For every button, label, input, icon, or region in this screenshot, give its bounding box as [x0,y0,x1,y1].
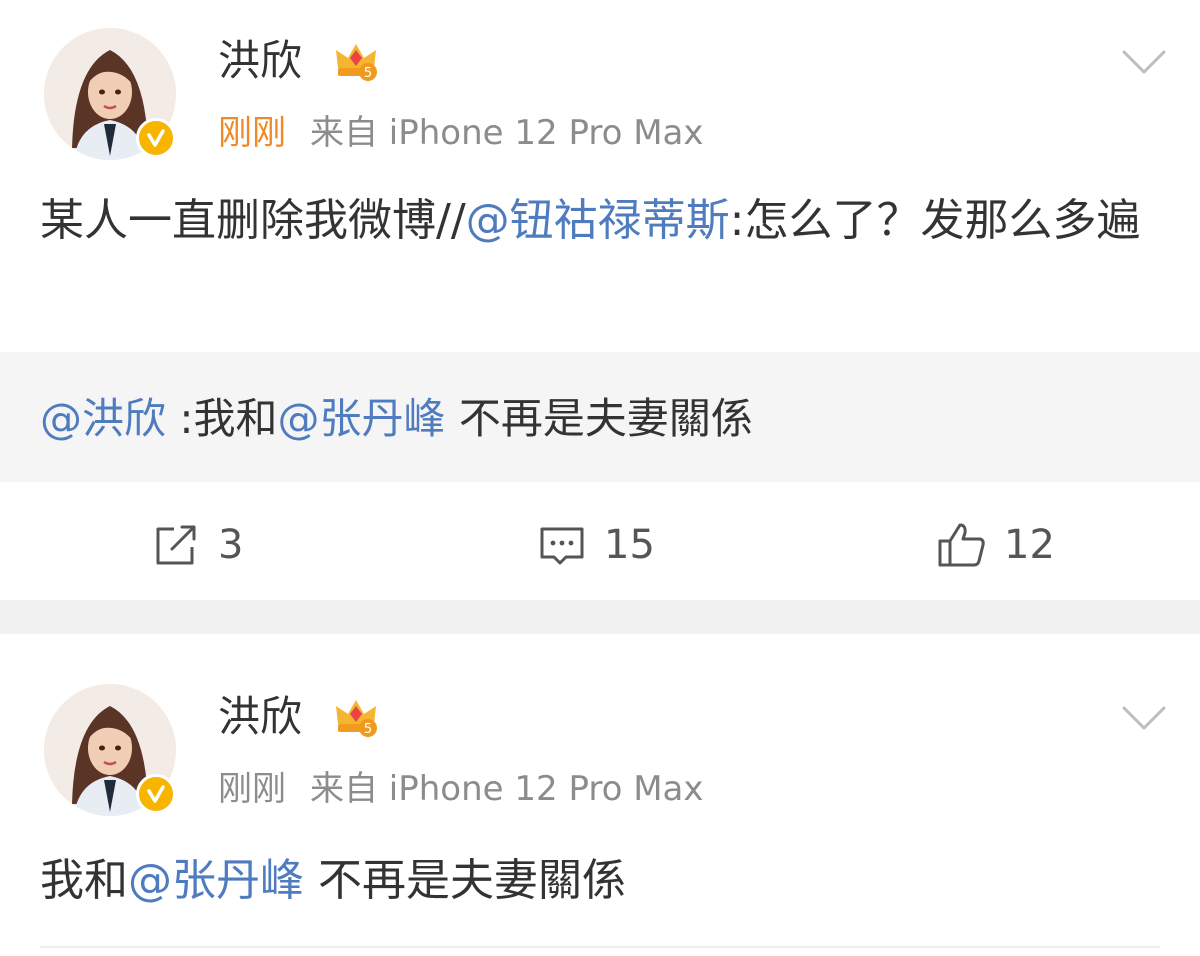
post-time: 刚刚 [218,113,286,153]
thumbs-up-icon [938,523,985,567]
post-meta: 刚刚 来自 iPhone 12 Pro Max [218,772,704,806]
content-text: 某人一直删除我微博// [40,195,466,246]
svg-text:5: 5 [364,722,372,737]
feed-divider [0,600,1200,634]
comment-button[interactable]: 15 [536,520,655,570]
mention-link[interactable]: @钮祜禄蒂斯 [466,195,730,246]
quoted-post[interactable]: @洪欣 :我和@张丹峰 不再是夫妻關係 [0,352,1200,482]
quoted-text: @洪欣 :我和@张丹峰 不再是夫妻關係 [40,388,753,450]
author-name[interactable]: 洪欣 [218,40,302,82]
quoted-segment: :我和 [166,394,278,443]
post-source: 来自 iPhone 12 Pro Max [310,769,704,809]
like-count: 12 [1004,522,1055,568]
vip-crown-icon: 5 [332,694,380,742]
quoted-segment: 不再是夫妻關係 [445,394,753,443]
more-options-button[interactable] [1118,700,1170,736]
post-meta: 刚刚 来自 iPhone 12 Pro Max [218,116,704,150]
weibo-post: 洪欣 5 刚刚 来自 iPhone 12 Pro Max 我和@张丹峰 不再是夫妻… [0,634,1200,956]
like-button[interactable]: 12 [936,520,1055,570]
action-bar: 3 15 12 [0,500,1200,588]
verified-badge-icon [136,118,176,158]
mention-link[interactable]: @洪欣 [40,394,166,443]
post-content: 我和@张丹峰 不再是夫妻關係 [40,850,1150,912]
share-icon [156,525,196,565]
content-text: 我和 [40,855,128,906]
verified-badge-icon [136,774,176,814]
vip-crown-icon: 5 [332,38,380,86]
post-time: 刚刚 [218,769,286,809]
post-source: 来自 iPhone 12 Pro Max [310,113,704,153]
svg-text:5: 5 [364,66,372,81]
repost-button[interactable]: 3 [150,520,243,570]
chevron-down-icon [1122,50,1166,74]
repost-count: 3 [218,522,244,568]
comment-count: 15 [604,522,655,568]
more-options-button[interactable] [1118,44,1170,80]
comment-icon [540,527,584,565]
content-text: 不再是夫妻關係 [304,855,626,906]
divider [40,946,1160,948]
chevron-down-icon [1122,706,1166,730]
content-text: :怎么了？发那么多遍 [729,195,1141,246]
author-name[interactable]: 洪欣 [218,696,302,738]
post-content: 某人一直删除我微博//@钮祜禄蒂斯:怎么了？发那么多遍 [40,190,1150,252]
weibo-post: 洪欣 5 刚刚 来自 iPhone 12 Pro Max 某人一直删除我微博//@… [0,0,1200,600]
mention-link[interactable]: @张丹峰 [128,855,304,906]
mention-link[interactable]: @张丹峰 [278,394,446,443]
